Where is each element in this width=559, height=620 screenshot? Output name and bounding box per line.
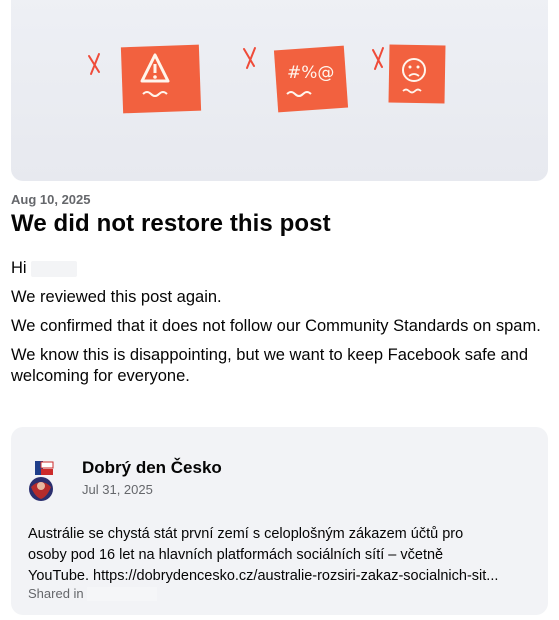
- greeting: Hi: [11, 258, 543, 279]
- page-title: We did not restore this post: [11, 210, 331, 237]
- svg-text:#%@: #%@: [287, 63, 334, 83]
- post-text: Austrálie se chystá stát první zemí s ce…: [28, 524, 536, 587]
- notice-date: Aug 10, 2025: [11, 192, 91, 207]
- warning-note-icon: [120, 44, 202, 114]
- notice-body: Hi We reviewed this post again. We confi…: [11, 258, 543, 395]
- shared-in-text: Shared in: [28, 586, 84, 601]
- post-text-line: osoby pod 16 let na hlavních platformách…: [28, 547, 444, 563]
- paragraph-reviewed: We reviewed this post again.: [11, 288, 222, 306]
- redacted-group-name: [86, 586, 157, 601]
- page-avatar[interactable]: [27, 461, 55, 501]
- hero-illustration: #%@: [11, 0, 548, 181]
- shared-post-card[interactable]: Dobrý den Česko Jul 31, 2025 Austrálie s…: [11, 427, 548, 615]
- post-date[interactable]: Jul 31, 2025: [82, 482, 153, 497]
- symbols-note-icon: #%@: [273, 45, 349, 113]
- shared-in-label: Shared in: [28, 586, 157, 601]
- post-text-line: Austrálie se chystá stát první zemí s ce…: [28, 526, 464, 542]
- post-author[interactable]: Dobrý den Česko: [82, 458, 222, 478]
- sad-face-note-icon: [388, 44, 446, 104]
- post-text-line: YouTube. https://dobrydencesko.cz/austra…: [28, 568, 499, 584]
- paragraph-confirmed: We confirmed that it does not follow our…: [11, 317, 541, 335]
- redacted-name: [30, 260, 77, 277]
- sticky-notes-illustration: #%@: [88, 44, 446, 114]
- greeting-text: Hi: [11, 259, 27, 277]
- paragraph-disappointing: We know this is disappointing, but we wa…: [11, 346, 529, 385]
